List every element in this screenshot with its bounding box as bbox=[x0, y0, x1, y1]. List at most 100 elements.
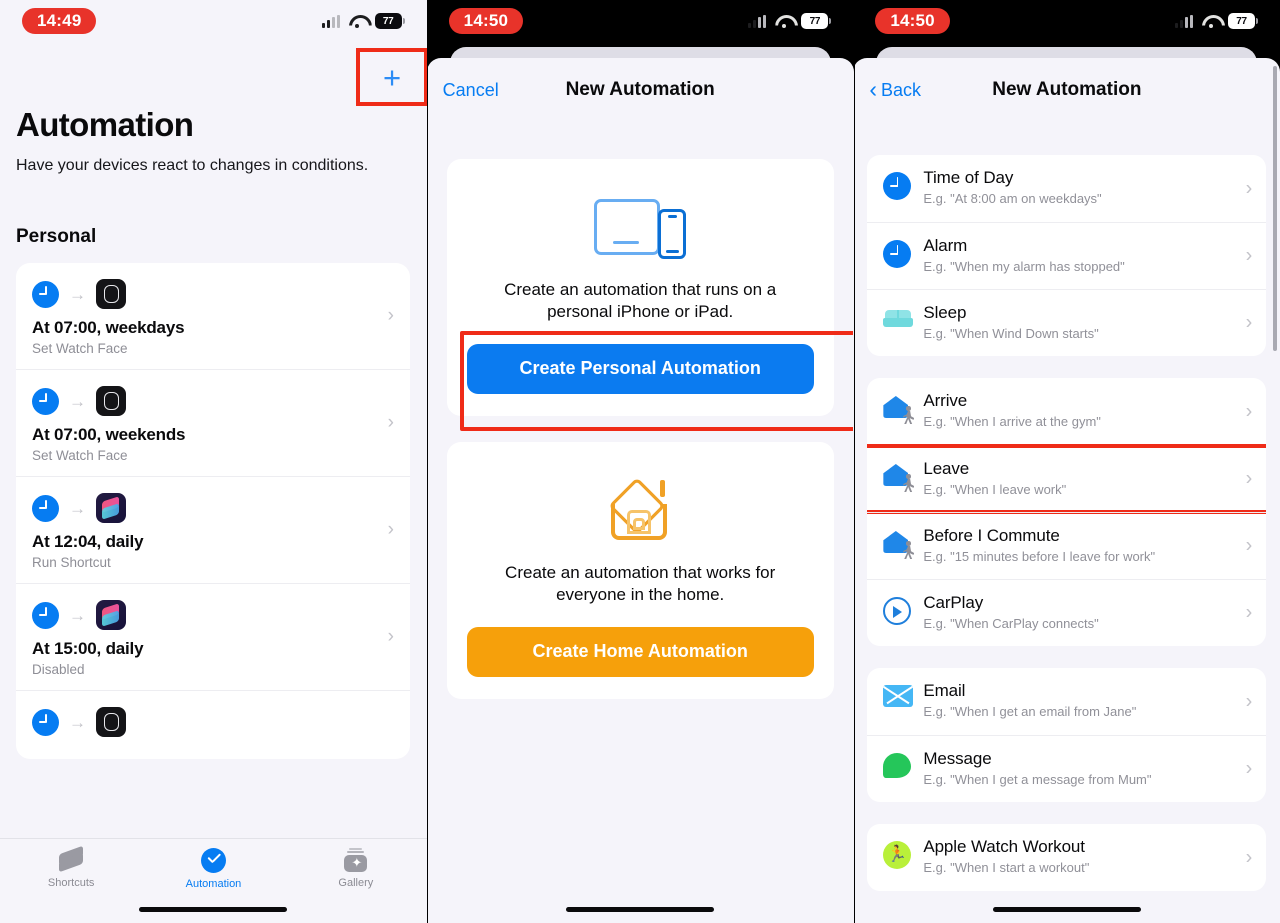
battery-icon: 77 bbox=[1228, 13, 1259, 29]
shortcuts-icon bbox=[96, 493, 126, 523]
automation-name: At 12:04, daily bbox=[32, 532, 144, 551]
status-bar-middle: 14:50 77 bbox=[427, 0, 854, 42]
arrow-right-icon: → bbox=[69, 391, 86, 411]
home-indicator bbox=[139, 907, 288, 912]
cellular-bars-icon bbox=[748, 14, 767, 28]
clock-icon bbox=[32, 601, 59, 629]
cellular-bars-icon bbox=[321, 14, 340, 28]
trigger-title: Before I Commute bbox=[923, 526, 1060, 545]
trigger-group-travel: Arrive E.g. "When I arrive at the gym" ›… bbox=[867, 378, 1267, 646]
cancel-button[interactable]: Cancel bbox=[443, 80, 499, 101]
new-automation-sheet: Cancel New Automation Create an automati… bbox=[426, 58, 854, 923]
apple-watch-icon bbox=[96, 279, 126, 309]
tab-gallery[interactable]: ✦ Gallery bbox=[285, 848, 427, 889]
automation-row[interactable]: → At 07:00, weekends Set Watch Face › bbox=[16, 369, 410, 476]
status-indicators: 77 bbox=[748, 13, 832, 29]
trigger-row-time-of-day[interactable]: Time of Day E.g. "At 8:00 am on weekdays… bbox=[867, 155, 1266, 222]
left-phone-panel: 14:49 77 + Automation Have your devices … bbox=[0, 0, 427, 923]
trigger-group-health: 🏃 Apple Watch Workout E.g. "When I start… bbox=[867, 824, 1267, 891]
create-home-automation-button[interactable]: Create Home Automation bbox=[466, 626, 814, 677]
automation-row[interactable]: → At 15:00, daily Disabled › bbox=[16, 583, 410, 690]
status-indicators: 77 bbox=[321, 13, 405, 29]
mail-icon bbox=[883, 680, 923, 707]
shortcuts-icon bbox=[96, 600, 126, 630]
message-icon bbox=[883, 748, 923, 778]
clock-icon bbox=[32, 708, 59, 736]
personal-automation-card: Create an automation that runs on a pers… bbox=[446, 159, 854, 431]
tab-shortcuts[interactable]: Shortcuts bbox=[0, 848, 142, 889]
personal-card-description: Create an automation that runs on a pers… bbox=[504, 280, 777, 322]
trigger-group-time: Time of Day E.g. "At 8:00 am on weekdays… bbox=[867, 155, 1267, 356]
tab-label: Gallery bbox=[338, 877, 374, 889]
status-indicators: 77 bbox=[1175, 13, 1259, 29]
chevron-right-icon: › bbox=[387, 626, 394, 647]
vertical-scrollbar[interactable] bbox=[1273, 66, 1278, 351]
automation-row[interactable]: → bbox=[16, 690, 410, 759]
automation-action: Run Shortcut bbox=[32, 555, 111, 570]
trigger-row-leave[interactable]: Leave E.g. "When I leave work" › bbox=[867, 444, 1267, 514]
trigger-row-message[interactable]: Message E.g. "When I get a message from … bbox=[867, 735, 1267, 802]
chevron-right-icon: › bbox=[1245, 400, 1253, 422]
create-personal-automation-button[interactable]: Create Personal Automation bbox=[466, 343, 814, 394]
trigger-title: Time of Day bbox=[923, 168, 1014, 187]
clock-icon bbox=[32, 387, 59, 415]
back-label: Back bbox=[881, 79, 922, 100]
sheet-navbar: ‹ Back New Automation bbox=[853, 58, 1280, 122]
add-automation-button[interactable]: + bbox=[356, 48, 427, 106]
tab-label: Automation bbox=[185, 878, 242, 890]
battery-level: 77 bbox=[1236, 15, 1247, 27]
trigger-example: E.g. "When CarPlay connects" bbox=[923, 616, 1099, 631]
page-subtitle: Have your devices react to changes in co… bbox=[16, 157, 369, 174]
automation-action: Set Watch Face bbox=[32, 448, 128, 463]
wifi-icon bbox=[775, 15, 792, 28]
trigger-title: Leave bbox=[923, 459, 970, 478]
trigger-row-sleep[interactable]: Sleep E.g. "When Wind Down starts" › bbox=[867, 289, 1267, 356]
automation-row[interactable]: → At 07:00, weekdays Set Watch Face › bbox=[16, 263, 410, 369]
automation-icons: → bbox=[32, 386, 394, 416]
trigger-row-alarm[interactable]: Alarm E.g. "When my alarm has stopped" › bbox=[867, 222, 1267, 289]
apple-watch-icon bbox=[96, 386, 126, 416]
trigger-example: E.g. "When I get a message from Mum" bbox=[923, 772, 1152, 787]
trigger-title: Alarm bbox=[923, 236, 968, 255]
home-indicator bbox=[566, 907, 714, 912]
chevron-right-icon: › bbox=[1245, 244, 1253, 267]
trigger-title: Sleep bbox=[923, 303, 967, 322]
arrow-right-icon: → bbox=[69, 284, 86, 304]
trigger-row-arrive[interactable]: Arrive E.g. "When I arrive at the gym" › bbox=[867, 378, 1266, 445]
button-label: Create Home Automation bbox=[532, 641, 748, 662]
home-walk-icon bbox=[883, 525, 923, 558]
trigger-title: Apple Watch Workout bbox=[923, 837, 1085, 856]
automation-list: → At 07:00, weekdays Set Watch Face › → … bbox=[16, 263, 410, 759]
trigger-example: E.g. "When I start a workout" bbox=[923, 860, 1090, 875]
home-walk-icon bbox=[883, 390, 923, 423]
trigger-example: E.g. "When I leave work" bbox=[923, 482, 1067, 497]
trigger-picker-sheet: ‹ Back New Automation Time of Day E.g. "… bbox=[853, 58, 1280, 923]
cellular-bars-icon bbox=[1175, 14, 1194, 28]
chevron-right-icon: › bbox=[1245, 467, 1253, 490]
trigger-row-apple-watch-workout[interactable]: 🏃 Apple Watch Workout E.g. "When I start… bbox=[867, 824, 1266, 891]
home-indicator bbox=[992, 907, 1141, 912]
trigger-example: E.g. "When I get an email from Jane" bbox=[923, 704, 1137, 719]
trigger-row-before-i-commute[interactable]: Before I Commute E.g. "15 minutes before… bbox=[867, 512, 1267, 579]
status-bar-left: 14:49 77 bbox=[0, 0, 427, 42]
trigger-list: Time of Day E.g. "At 8:00 am on weekdays… bbox=[853, 122, 1280, 923]
automation-action: Disabled bbox=[32, 662, 85, 677]
chevron-right-icon: › bbox=[1245, 690, 1253, 712]
cancel-label: Cancel bbox=[442, 79, 499, 100]
trigger-row-carplay[interactable]: CarPlay E.g. "When CarPlay connects" › bbox=[867, 579, 1267, 646]
arrow-right-icon: → bbox=[69, 498, 86, 518]
shortcuts-stack-icon bbox=[58, 848, 84, 872]
trigger-row-email[interactable]: Email E.g. "When I get an email from Jan… bbox=[867, 668, 1266, 735]
automation-name: At 07:00, weekdays bbox=[32, 318, 185, 337]
three-phone-screenshot-composite: 14:49 77 + Automation Have your devices … bbox=[0, 0, 1280, 923]
tab-automation[interactable]: Automation bbox=[142, 848, 284, 890]
automation-row[interactable]: → At 12:04, daily Run Shortcut › bbox=[16, 476, 410, 583]
automation-name: At 15:00, daily bbox=[32, 639, 144, 658]
trigger-example: E.g. "15 minutes before I leave for work… bbox=[923, 549, 1156, 564]
automation-check-icon bbox=[200, 848, 226, 873]
trigger-example: E.g. "When Wind Down starts" bbox=[923, 326, 1099, 341]
middle-phone-panel: 14:50 77 Cancel New Automation Create an… bbox=[426, 0, 854, 923]
trigger-group-communication: Email E.g. "When I get an email from Jan… bbox=[867, 668, 1267, 802]
back-button[interactable]: ‹ Back bbox=[869, 77, 922, 101]
automation-icons: → bbox=[32, 600, 394, 630]
